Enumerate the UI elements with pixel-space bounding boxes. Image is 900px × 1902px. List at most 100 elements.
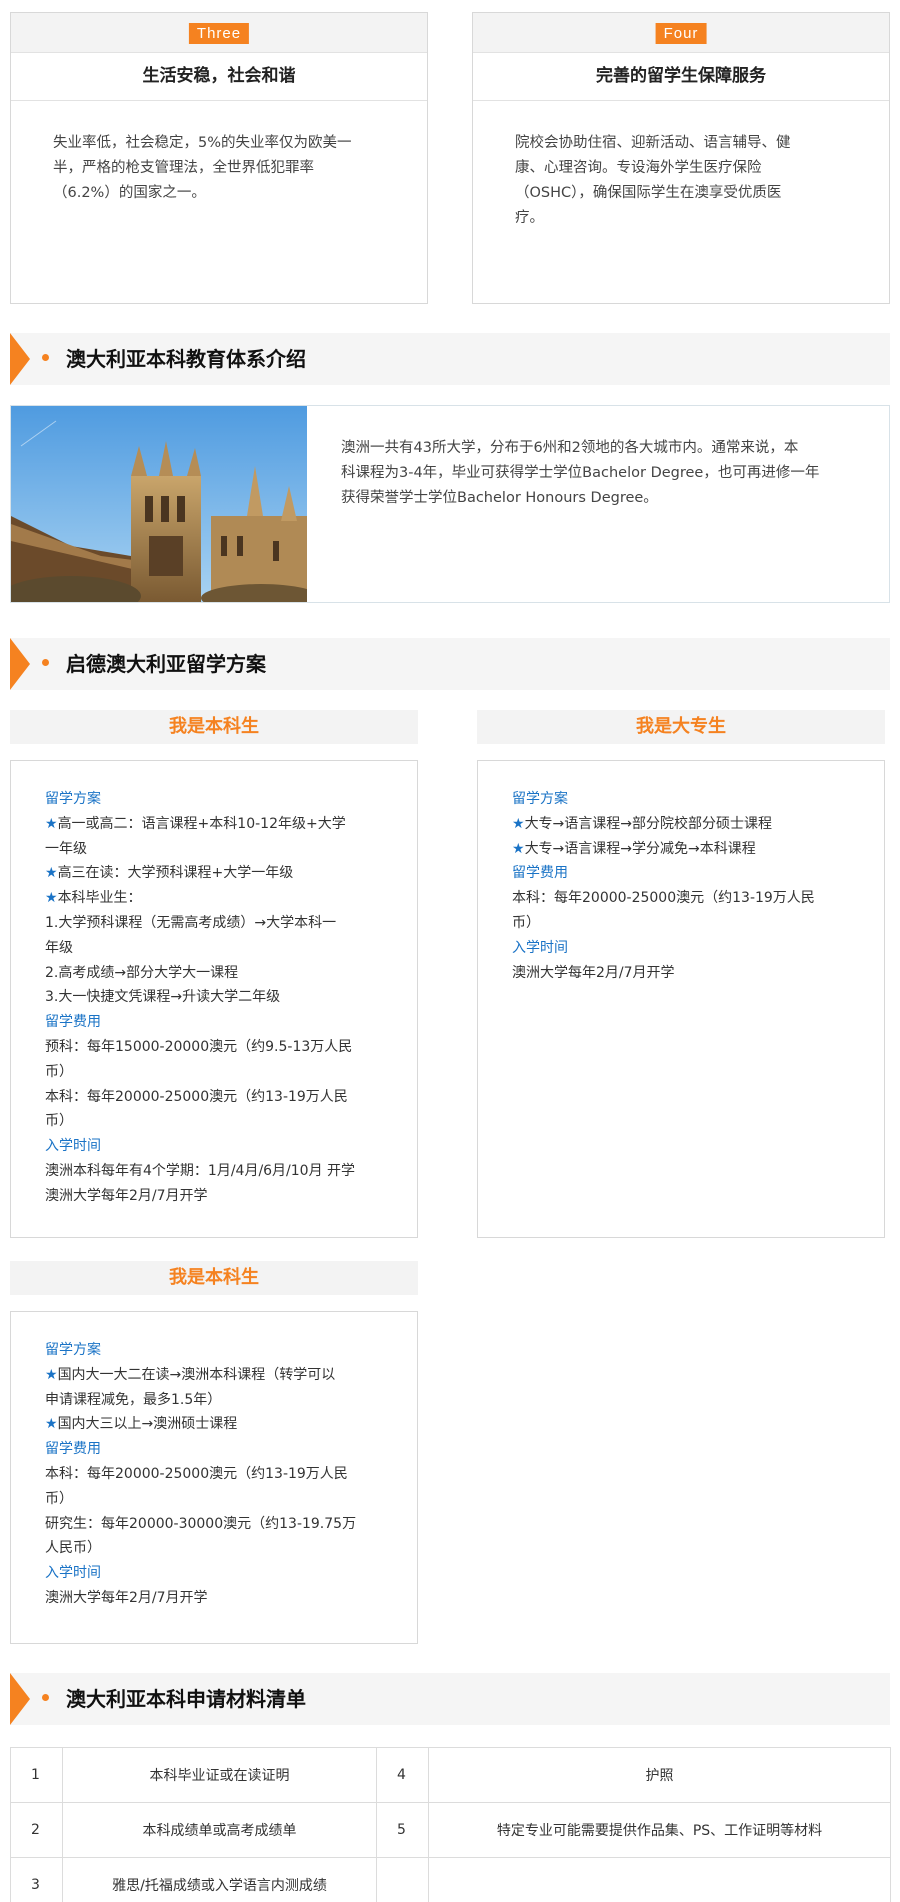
row-number: 4 [376, 1747, 429, 1803]
bullet-dot-icon [42, 659, 49, 666]
plan-option-text: 高一或高二：语言课程+本科10-12年级+大学 [57, 815, 346, 832]
plan-option-text: 国内大三以上→澳洲硕士课程 [57, 1416, 238, 1433]
plan-text-line: 3.大一快捷文凭课程→升读大学二年级 [45, 989, 281, 1006]
star-icon: ★ [512, 815, 525, 832]
card-body-line: 院校会协助住宿、迎新活动、语言辅导、健 [515, 135, 791, 151]
intro-line: 获得荣誉学士学位Bachelor Honours Degree。 [341, 490, 658, 506]
plan-text-line: 币） [45, 1490, 73, 1507]
row-number: 3 [10, 1857, 63, 1902]
table-row: 3 雅思/托福成绩或入学语言内测成绩 [10, 1857, 891, 1902]
card-header: Four [473, 13, 889, 53]
bullet-dot-icon [42, 1694, 49, 1701]
plan-box-undergrad: 留学方案 ★高一或高二：语言课程+本科10-12年级+大学 一年级 ★高三在读：大学预… [10, 760, 418, 1238]
star-icon: ★ [512, 840, 525, 857]
plan-text-line: 本科：每年20000-25000澳元（约13-19万人民 [512, 890, 815, 907]
plan-text-line: 澳洲大学每年2月/7月开学 [512, 964, 675, 981]
card-body: 院校会协助住宿、迎新活动、语言辅导、健 康、心理咨询。专设海外学生医疗保险 （O… [473, 101, 889, 231]
plan-option-text: 本科毕业生： [57, 890, 142, 907]
table-row: 2 本科成绩单或高考成绩单 5 特定专业可能需要提供作品集、PS、工作证明等材料 [10, 1802, 891, 1858]
card-three: Three 生活安稳，社会和谐 失业率低，社会稳定，5%的失业率仅为欧美一 半，… [10, 12, 428, 304]
plan-header-undergrad: 我是本科生 [10, 710, 418, 744]
star-icon: ★ [45, 1416, 58, 1433]
plan-section-label: 留学费用 [45, 1441, 101, 1458]
section-title: 启德澳大利亚留学方案 [66, 652, 266, 676]
card-body: 失业率低，社会稳定，5%的失业率仅为欧美一 半，严格的枪支管理法，全世界低犯罪率… [11, 101, 427, 206]
plan-header-undergrad-2: 我是本科生 [10, 1261, 418, 1295]
card-header: Three [11, 13, 427, 53]
cathedral-photo [11, 406, 307, 602]
star-icon: ★ [45, 865, 58, 882]
plan-text-line: 预科：每年15000-20000澳元（约9.5-13万人民 [45, 1038, 353, 1055]
card-title: 生活安稳，社会和谐 [11, 53, 427, 101]
star-icon: ★ [45, 890, 58, 907]
card-body-line: （OSHC），确保国际学生在澳享受优质医 [515, 185, 782, 201]
plan-section-label: 留学方案 [45, 1342, 101, 1358]
material-item: 雅思/托福成绩或入学语言内测成绩 [62, 1857, 377, 1902]
intro-text: 澳洲一共有43所大学，分布于6州和2领地的各大城市内。通常来说，本 科课程为3-… [341, 436, 861, 511]
intro-line: 科课程为3-4年，毕业可获得学士学位Bachelor Degree，也可再进修一… [341, 465, 820, 481]
plan-section-label: 留学方案 [512, 791, 568, 807]
intro-line: 澳洲一共有43所大学，分布于6州和2领地的各大城市内。通常来说，本 [341, 440, 799, 456]
section-heading-materials: 澳大利亚本科申请材料清单 [10, 1673, 890, 1725]
star-icon: ★ [45, 1366, 58, 1383]
plan-text-line: 本科：每年20000-25000澳元（约13-19万人民 [45, 1088, 348, 1105]
section-title: 澳大利亚本科申请材料清单 [66, 1687, 306, 1711]
plan-option-line: ★大专→语言课程→学分减免→本科课程 [512, 837, 854, 862]
plan-text-line: 申请课程减免，最多1.5年） [45, 1391, 222, 1408]
plan-text-line: 澳洲大学每年2月/7月开学 [45, 1187, 208, 1204]
row-number: 2 [10, 1802, 63, 1858]
plan-text-line: 澳洲本科每年有4个学期：1月/4月/6月/10月 开学 [45, 1162, 356, 1179]
plan-box-college: 留学方案 ★大专→语言课程→部分院校部分硕士课程 ★大专→语言课程→学分减免→本科课… [477, 760, 885, 1238]
plan-option-text: 国内大一大二在读→澳洲本科课程（转学可以 [57, 1366, 336, 1383]
material-item [428, 1857, 891, 1902]
section-marker-icon [10, 333, 30, 385]
plan-option-text: 大专→语言课程→部分院校部分硕士课程 [524, 815, 773, 832]
materials-table: 1 本科毕业证或在读证明 4 护照 2 本科成绩单或高考成绩单 5 特定专业可能… [10, 1747, 891, 1902]
plan-text-line: 币） [45, 1113, 73, 1130]
card-body-line: 失业率低，社会稳定，5%的失业率仅为欧美一 [53, 135, 352, 151]
card-title: 完善的留学生保障服务 [473, 53, 889, 101]
plan-text-line: 人民币） [45, 1540, 101, 1557]
card-badge: Three [188, 23, 250, 44]
plan-option-text: 大专→语言课程→学分减免→本科课程 [524, 840, 756, 857]
plan-box-undergrad-2: 留学方案 ★国内大一大二在读→澳洲本科课程（转学可以 申请课程减免，最多1.5年） ★… [10, 1311, 418, 1644]
plan-section-label: 留学费用 [45, 1014, 101, 1031]
plan-text-line: 本科：每年20000-25000澳元（约13-19万人民 [45, 1465, 348, 1482]
plan-section-label: 入学时间 [45, 1138, 101, 1155]
card-body-line: （6.2%）的国家之一。 [53, 185, 206, 201]
section-marker-icon [10, 638, 30, 690]
card-body-line: 疗。 [515, 210, 544, 226]
plan-text-line: 研究生：每年20000-30000澳元（约13-19.75万 [45, 1515, 357, 1532]
plan-option-line: ★大专→语言课程→部分院校部分硕士课程 [512, 812, 854, 837]
plan-section-label: 入学时间 [512, 939, 568, 956]
plan-option-line: ★国内大三以上→澳洲硕士课程 [45, 1412, 387, 1437]
card-body-line: 半，严格的枪支管理法，全世界低犯罪率 [53, 160, 314, 176]
plan-header-college: 我是大专生 [477, 710, 885, 744]
card-four: Four 完善的留学生保障服务 院校会协助住宿、迎新活动、语言辅导、健 康、心理… [472, 12, 890, 304]
section-title: 澳大利亚本科教育体系介绍 [66, 347, 306, 371]
plan-option-text: 高三在读：大学预科课程+大学一年级 [57, 865, 294, 882]
plan-option-line: ★高三在读：大学预科课程+大学一年级 [45, 861, 387, 886]
plan-option-line: ★高一或高二：语言课程+本科10-12年级+大学 [45, 812, 387, 837]
plan-section-label: 留学费用 [512, 865, 568, 882]
material-item: 特定专业可能需要提供作品集、PS、工作证明等材料 [428, 1802, 891, 1858]
section-heading-intro: 澳大利亚本科教育体系介绍 [10, 333, 890, 385]
star-icon: ★ [45, 815, 58, 832]
plan-text-line: 币） [512, 914, 540, 931]
plan-option-line: ★本科毕业生： [45, 886, 387, 911]
plan-section-label: 留学方案 [45, 791, 101, 807]
section-heading-plans: 启德澳大利亚留学方案 [10, 638, 890, 690]
card-body-line: 康、心理咨询。专设海外学生医疗保险 [515, 160, 762, 176]
row-number [376, 1857, 429, 1902]
plan-text-line: 1.大学预科课程（无需高考成绩）→大学本科一 [45, 914, 337, 931]
material-item: 本科成绩单或高考成绩单 [62, 1802, 377, 1858]
plan-option-line: ★国内大一大二在读→澳洲本科课程（转学可以 [45, 1363, 387, 1388]
plan-text-line: 一年级 [45, 840, 87, 857]
section-marker-icon [10, 1673, 30, 1725]
material-item: 护照 [428, 1747, 891, 1803]
row-number: 5 [376, 1802, 429, 1858]
intro-panel: 澳洲一共有43所大学，分布于6州和2领地的各大城市内。通常来说，本 科课程为3-… [10, 405, 890, 603]
row-number: 1 [10, 1747, 63, 1803]
table-row: 1 本科毕业证或在读证明 4 护照 [10, 1747, 891, 1803]
plan-text-line: 币） [45, 1063, 73, 1080]
